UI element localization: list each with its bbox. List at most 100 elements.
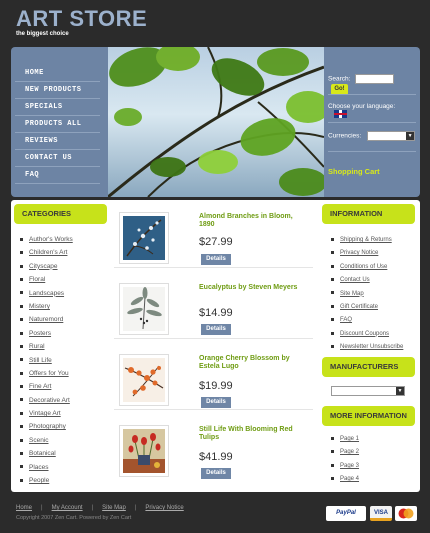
category-link[interactable]: Vintage Art <box>29 410 61 417</box>
product-price: $19.99 <box>199 380 233 392</box>
category-link[interactable]: Posters <box>29 330 51 337</box>
product-name[interactable]: Still Life With Blooming Red Tulips <box>199 426 309 442</box>
category-link[interactable]: Still Life <box>29 357 52 364</box>
menu-item-new-products[interactable]: NEW PRODUCTS <box>15 82 100 99</box>
category-item: Posters <box>20 327 73 340</box>
logo-tagline: the biggest choice <box>16 31 69 37</box>
product-thumbnail[interactable] <box>119 212 169 264</box>
product-thumbnail[interactable] <box>119 283 169 335</box>
details-button[interactable]: Details <box>201 468 231 479</box>
product-item: Orange Cherry Blossom by Estela Lugo $19… <box>114 348 313 410</box>
more-information-heading: MORE INFORMATION <box>322 406 415 426</box>
info-item: Conditions of Use <box>331 261 403 274</box>
menu-item-specials[interactable]: SPECIALS <box>15 99 100 116</box>
search-input[interactable] <box>355 74 395 84</box>
info-item: Contact Us <box>331 274 403 287</box>
category-link[interactable]: People <box>29 477 49 484</box>
footer-link-privacy-notice[interactable]: Privacy Notice <box>145 505 183 511</box>
menu-item-products-all[interactable]: PRODUCTS ALL <box>15 116 100 133</box>
product-thumbnail[interactable] <box>119 354 169 406</box>
category-link[interactable]: Mistery <box>29 303 50 310</box>
info-link[interactable]: Gift Certificate <box>340 304 378 310</box>
details-button[interactable]: Details <box>201 397 231 408</box>
details-button[interactable]: Details <box>201 324 231 335</box>
leaves-illustration <box>108 47 324 197</box>
category-link[interactable]: Photography <box>29 423 66 430</box>
language-label: Choose your language: <box>328 103 396 110</box>
info-link[interactable]: Site Map <box>340 291 364 297</box>
category-link[interactable]: Cityscape <box>29 263 58 270</box>
category-link[interactable]: Botanical <box>29 450 56 457</box>
menu-item-home[interactable]: HOME <box>15 65 100 82</box>
info-item: Site Map <box>331 288 403 301</box>
info-link[interactable]: Privacy Notice <box>340 250 378 256</box>
footer-link-my-account[interactable]: My Account <box>52 505 83 511</box>
info-link[interactable]: Conditions of Use <box>340 264 387 270</box>
category-link[interactable]: Naturemord <box>29 316 63 323</box>
info-item: Page 3 <box>331 460 359 473</box>
category-link[interactable]: Offers for You <box>29 370 69 377</box>
logo-title: ART STORE <box>16 6 148 31</box>
still-life-tulips-image <box>123 429 165 473</box>
manufacturers-heading: MANUFACTURERS <box>322 357 415 377</box>
shopping-cart-link[interactable]: Shopping Cart <box>328 167 380 176</box>
product-name[interactable]: Almond Branches in Bloom, 1890 <box>199 213 309 229</box>
information-heading: INFORMATION <box>322 204 415 224</box>
page-link[interactable]: Page 4 <box>340 476 359 482</box>
info-item: Page 1 <box>331 433 359 446</box>
page-link[interactable]: Page 1 <box>340 436 359 442</box>
product-thumbnail[interactable] <box>119 425 169 477</box>
manufacturers-select[interactable]: ▼ <box>331 386 405 396</box>
info-item: Discount Coupons <box>331 328 403 341</box>
info-item: Newsletter Unsubscribe <box>331 341 403 354</box>
top-band: HOME NEW PRODUCTS SPECIALS PRODUCTS ALL … <box>11 47 420 197</box>
menu-item-faq[interactable]: FAQ <box>15 167 100 184</box>
category-link[interactable]: Rural <box>29 343 45 350</box>
category-item: People <box>20 474 73 487</box>
logo[interactable]: ART STORE the biggest choice <box>16 6 148 38</box>
product-name[interactable]: Eucalyptus by Steven Meyers <box>199 284 309 292</box>
menu-item-contact-us[interactable]: CONTACT US <box>15 150 100 167</box>
category-item: Decorative Art <box>20 394 73 407</box>
product-item: Eucalyptus by Steven Meyers $14.99 Detai… <box>114 277 313 339</box>
info-link[interactable]: Discount Coupons <box>340 331 389 337</box>
info-link[interactable]: Contact Us <box>340 277 370 283</box>
page-link[interactable]: Page 3 <box>340 463 359 469</box>
info-link[interactable]: FAQ <box>340 317 352 323</box>
category-item: Children's Art <box>20 246 73 259</box>
divider <box>328 122 416 123</box>
info-item: Shipping & Returns <box>331 234 403 247</box>
category-item: Vintage Art <box>20 407 73 420</box>
uk-flag-icon[interactable] <box>334 110 347 118</box>
category-item: Places <box>20 461 73 474</box>
page-link[interactable]: Page 2 <box>340 449 359 455</box>
category-item: Botanical <box>20 447 73 460</box>
product-item: Still Life With Blooming Red Tulips $41.… <box>114 419 313 481</box>
product-name[interactable]: Orange Cherry Blossom by Estela Lugo <box>199 355 309 371</box>
category-link[interactable]: Decorative Art <box>29 397 70 404</box>
category-link[interactable]: Floral <box>29 276 45 283</box>
menu-item-reviews[interactable]: REVIEWS <box>15 133 100 150</box>
details-button[interactable]: Details <box>201 254 231 265</box>
category-link[interactable]: Places <box>29 464 49 471</box>
currencies-select[interactable]: ▼ <box>367 131 416 141</box>
category-link[interactable]: Fine Art <box>29 383 51 390</box>
category-link[interactable]: Author's Works <box>29 236 73 243</box>
visa-logo: VISA <box>370 506 392 521</box>
footer-links: Home | My Account | Site Map | Privacy Notice <box>16 505 184 511</box>
category-item: Rural <box>20 340 73 353</box>
info-item: FAQ <box>331 314 403 327</box>
footer-link-home[interactable]: Home <box>16 505 32 511</box>
orange-cherry-blossom-image <box>123 358 165 402</box>
category-link[interactable]: Landscapes <box>29 290 64 297</box>
more-information-list: Page 1 Page 2 Page 3 Page 4 <box>331 433 359 487</box>
category-item: Naturemord <box>20 313 73 326</box>
info-link[interactable]: Shipping & Returns <box>340 237 392 243</box>
category-link[interactable]: Scenic <box>29 437 49 444</box>
eucalyptus-image <box>123 287 165 331</box>
copyright: Copyright 2007 Zen Cart. Powered by Zen … <box>16 515 132 521</box>
category-link[interactable]: Children's Art <box>29 249 67 256</box>
info-link[interactable]: Newsletter Unsubscribe <box>340 344 403 350</box>
category-item: Cityscape <box>20 260 73 273</box>
footer-link-site-map[interactable]: Site Map <box>102 505 126 511</box>
